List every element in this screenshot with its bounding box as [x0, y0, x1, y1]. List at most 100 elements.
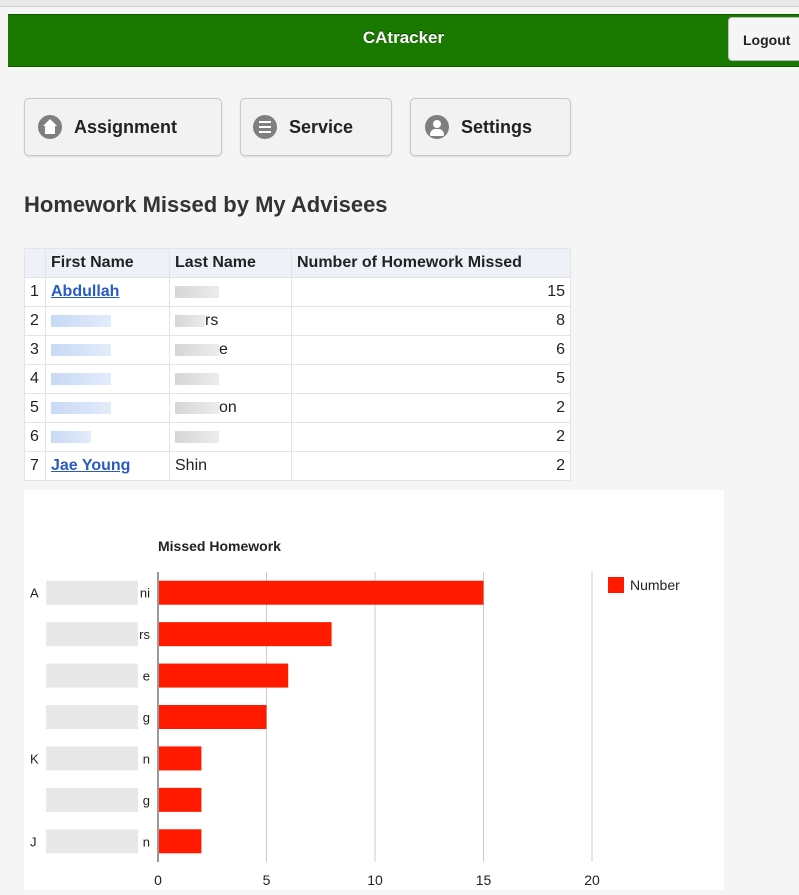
first-name-link[interactable]: Jae Young: [51, 457, 130, 474]
service-button[interactable]: Service: [240, 98, 392, 156]
table-row: 6 2: [24, 422, 571, 452]
first-name-link[interactable]: Abdullah: [51, 283, 119, 300]
x-tick-label: 10: [367, 872, 383, 888]
table-row: 2 rs 8: [24, 306, 571, 336]
row-index: 7: [24, 451, 46, 481]
last-name-cell: Shin: [169, 451, 292, 481]
row-index: 4: [24, 364, 46, 394]
row-index: 1: [24, 277, 46, 307]
x-tick-label: 15: [476, 872, 492, 888]
homework-missed-header[interactable]: Number of Homework Missed: [291, 248, 571, 278]
redacted-link[interactable]: [51, 401, 111, 414]
legend-swatch: [608, 577, 624, 593]
chart-bar: [159, 829, 202, 854]
last-name-cell: e: [169, 335, 292, 365]
missed-count: 2: [291, 393, 571, 423]
table-row: 3 e 6: [24, 335, 571, 365]
table-row: 5 on 2: [24, 393, 571, 423]
chart-bar: [159, 705, 267, 729]
table-row: 1 Abdullah 15: [24, 277, 571, 307]
redacted-label: [46, 746, 138, 771]
settings-button[interactable]: Settings: [410, 98, 571, 156]
missed-count: 5: [291, 364, 571, 394]
y-tick-label: rs: [139, 627, 150, 642]
advisees-table: First Name Last Name Number of Homework …: [24, 248, 571, 481]
y-tick-label: A: [30, 586, 39, 601]
first-name-cell: [45, 422, 170, 452]
home-icon: [38, 115, 62, 139]
settings-label: Settings: [461, 116, 533, 137]
redacted-link[interactable]: [51, 343, 111, 356]
last-name-cell: [169, 422, 292, 452]
redacted-label: [46, 787, 138, 812]
table-row: 4 5: [24, 364, 571, 394]
row-index: 5: [24, 393, 46, 423]
redacted-label: [46, 663, 138, 688]
y-tick-label: n: [143, 834, 150, 849]
chart-bar: [159, 663, 289, 688]
redacted-text: [175, 285, 219, 298]
first-name-cell: [45, 306, 170, 336]
table-row: 7 Jae Young Shin 2: [24, 451, 571, 481]
service-label: Service: [289, 116, 354, 137]
first-name-cell: Jae Young: [45, 451, 170, 481]
redacted-link[interactable]: [51, 430, 91, 443]
redacted-link[interactable]: [51, 314, 111, 327]
assignment-label: Assignment: [74, 116, 178, 137]
redacted-label: [46, 705, 138, 729]
first-name-cell: [45, 335, 170, 365]
chart-bar: [159, 622, 332, 647]
row-index: 6: [24, 422, 46, 452]
chart-bar: [159, 580, 484, 605]
last-name-fragment: on: [219, 399, 237, 416]
page-title: Homework Missed by My Advisees: [24, 192, 388, 217]
x-tick-label: 5: [263, 872, 271, 888]
index-header: [24, 248, 46, 278]
redacted-text: [175, 401, 219, 414]
redacted-link[interactable]: [51, 372, 111, 385]
redacted-text: [175, 314, 205, 327]
last-name-cell: on: [169, 393, 292, 423]
app-title: CAtracker: [362, 28, 445, 47]
missed-count: 8: [291, 306, 571, 336]
first-name-cell: Abdullah: [45, 277, 170, 307]
y-tick-label: J: [30, 834, 37, 849]
last-name-cell: [169, 277, 292, 307]
y-tick-label: g: [143, 710, 150, 725]
missed-count: 2: [291, 451, 571, 481]
missed-count: 2: [291, 422, 571, 452]
missed-homework-chart: Missed Homework Ani rs e g K n g J n 0 5 10 15 20 Nu…: [30, 538, 680, 888]
row-index: 3: [24, 335, 46, 365]
missed-homework-chart-panel: Missed Homework Ani rs e g Kn g Jn 0 5 10 15 20 Nu…: [24, 490, 724, 890]
user-icon: [425, 115, 449, 139]
redacted-text: [175, 343, 219, 356]
redacted-text: [175, 372, 219, 385]
table-header-row: First Name Last Name Number of Homework …: [24, 248, 571, 278]
y-tick-label: g: [143, 793, 150, 808]
missed-count: 6: [291, 335, 571, 365]
y-tick-label: K: [30, 751, 39, 766]
redacted-label: [46, 622, 138, 647]
last-name-cell: rs: [169, 306, 292, 336]
last-name-header[interactable]: Last Name: [169, 248, 292, 278]
assignment-button[interactable]: Assignment: [24, 98, 222, 156]
first-name-cell: [45, 393, 170, 423]
browser-top-edge: [0, 0, 799, 7]
chart-bar: [159, 787, 202, 812]
x-tick-label: 0: [154, 872, 162, 888]
list-icon: [253, 115, 277, 139]
y-tick-label: e: [143, 669, 150, 684]
redacted-label: [46, 580, 138, 605]
first-name-header[interactable]: First Name: [45, 248, 170, 278]
app-header: CAtracker Logout: [8, 14, 799, 67]
chart-bar: [159, 746, 202, 771]
row-index: 2: [24, 306, 46, 336]
last-name-fragment: rs: [205, 312, 219, 329]
y-tick-label: ni: [140, 586, 150, 601]
logout-button[interactable]: Logout: [728, 17, 799, 61]
y-tick-label: n: [143, 751, 150, 766]
redacted-label: [46, 829, 138, 854]
redacted-text: [175, 430, 219, 443]
x-tick-label: 20: [584, 872, 600, 888]
first-name-cell: [45, 364, 170, 394]
